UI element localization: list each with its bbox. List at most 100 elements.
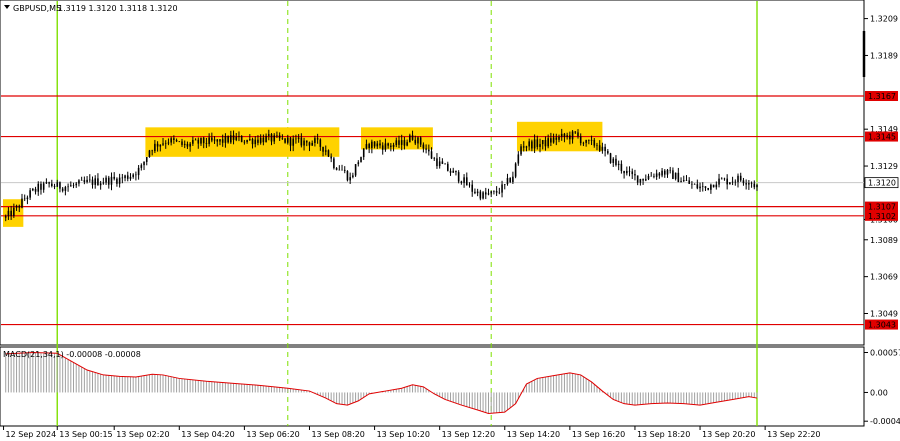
candle-body [666,169,669,175]
candle-body [51,183,53,187]
candle-body [183,143,186,145]
candle-body [585,140,587,143]
candle-body [135,174,137,176]
candle-body [596,145,598,146]
candle-body [707,187,709,190]
candle-body [490,191,493,194]
candle-body [644,179,647,181]
candle-body [441,161,444,164]
candle-body [731,181,734,183]
ohlc-readout: 1.3119 1.3120 1.3118 1.3120 [58,4,178,13]
candle-body [677,172,680,183]
candle-body [433,158,436,159]
candle-body [718,178,720,185]
candle-body [422,144,425,149]
candle-body [612,158,615,163]
candle-body [88,179,91,181]
candle-body [213,139,216,141]
candle-body [753,183,756,188]
candle-body [609,153,612,163]
candle-body [691,183,693,185]
candle-body [330,156,332,159]
candle-body [400,140,403,145]
candle-body [739,175,742,181]
candle-body [327,150,330,157]
candle-body [620,163,623,171]
candle-body [26,197,29,200]
candle-body [219,139,221,142]
candle-body [118,177,121,184]
candle-body [121,177,124,179]
candle-body [91,179,94,185]
candle-body [487,193,490,195]
candle-body [590,139,593,141]
candle-body [428,149,430,152]
candle-body [349,177,351,181]
macd-tick-label: 0.00057 [870,349,900,358]
price-tick-label: 1.3209 [870,15,898,24]
candle-body [373,141,376,147]
candle-body [406,142,408,146]
candle-body [124,175,126,179]
candle-body [615,158,617,165]
candle-body [384,143,387,150]
candle-body [650,175,653,177]
candle-body [267,134,270,136]
candle-body [286,137,289,143]
price-level-label: 1.3107 [868,203,896,212]
candle-body [240,135,243,142]
candle-body [156,143,159,147]
candle-body [745,183,747,185]
candle-body [742,180,745,184]
candle-body [270,134,273,142]
candle-body [547,138,549,147]
candle-body [224,136,227,143]
candle-body [273,135,276,142]
candle-body [517,154,520,164]
candle-body [710,184,712,190]
candle-body [558,136,560,140]
candle-body [159,144,162,147]
candle-body [447,163,449,171]
candle-body [577,132,579,137]
candle-body [126,175,129,179]
candle-body [574,131,577,133]
candle-body [99,183,102,186]
candle-body [436,158,438,167]
candle-body [305,140,308,143]
candle-body [151,150,153,152]
candle-body [376,143,379,147]
candle-body [262,137,265,143]
candle-body [541,140,544,145]
candle-body [631,171,634,175]
candle-body [61,188,64,191]
current-price-label: 1.3120 [868,179,896,188]
candle-body [362,148,365,158]
candle-body [170,138,172,143]
candle-body [528,141,530,147]
candle-body [83,180,86,182]
candle-body [623,170,625,174]
candle-body [468,184,471,186]
candle-body [457,172,460,182]
candle-body [346,170,349,181]
candle-body [303,140,305,146]
candle-body [129,176,132,179]
candle-body [588,140,590,141]
candle-body [430,151,433,159]
candle-body [699,186,701,189]
gbpusd-chart[interactable]: 1.32091.31891.31491.31291.31001.30891.30… [0,0,900,441]
candle-body [533,139,536,149]
candle-body [628,170,631,172]
candle-body [669,169,672,171]
candle-body [482,192,484,199]
candle-body [18,205,21,208]
candle-body [463,177,465,183]
price-level-label: 1.3043 [868,321,896,330]
candle-body [205,143,208,144]
highlight-box [145,127,340,157]
candle-body [560,133,563,137]
candle-body [257,139,259,143]
time-tick-label: 13 Sep 06:20 [246,430,299,439]
candle-body [164,143,167,145]
